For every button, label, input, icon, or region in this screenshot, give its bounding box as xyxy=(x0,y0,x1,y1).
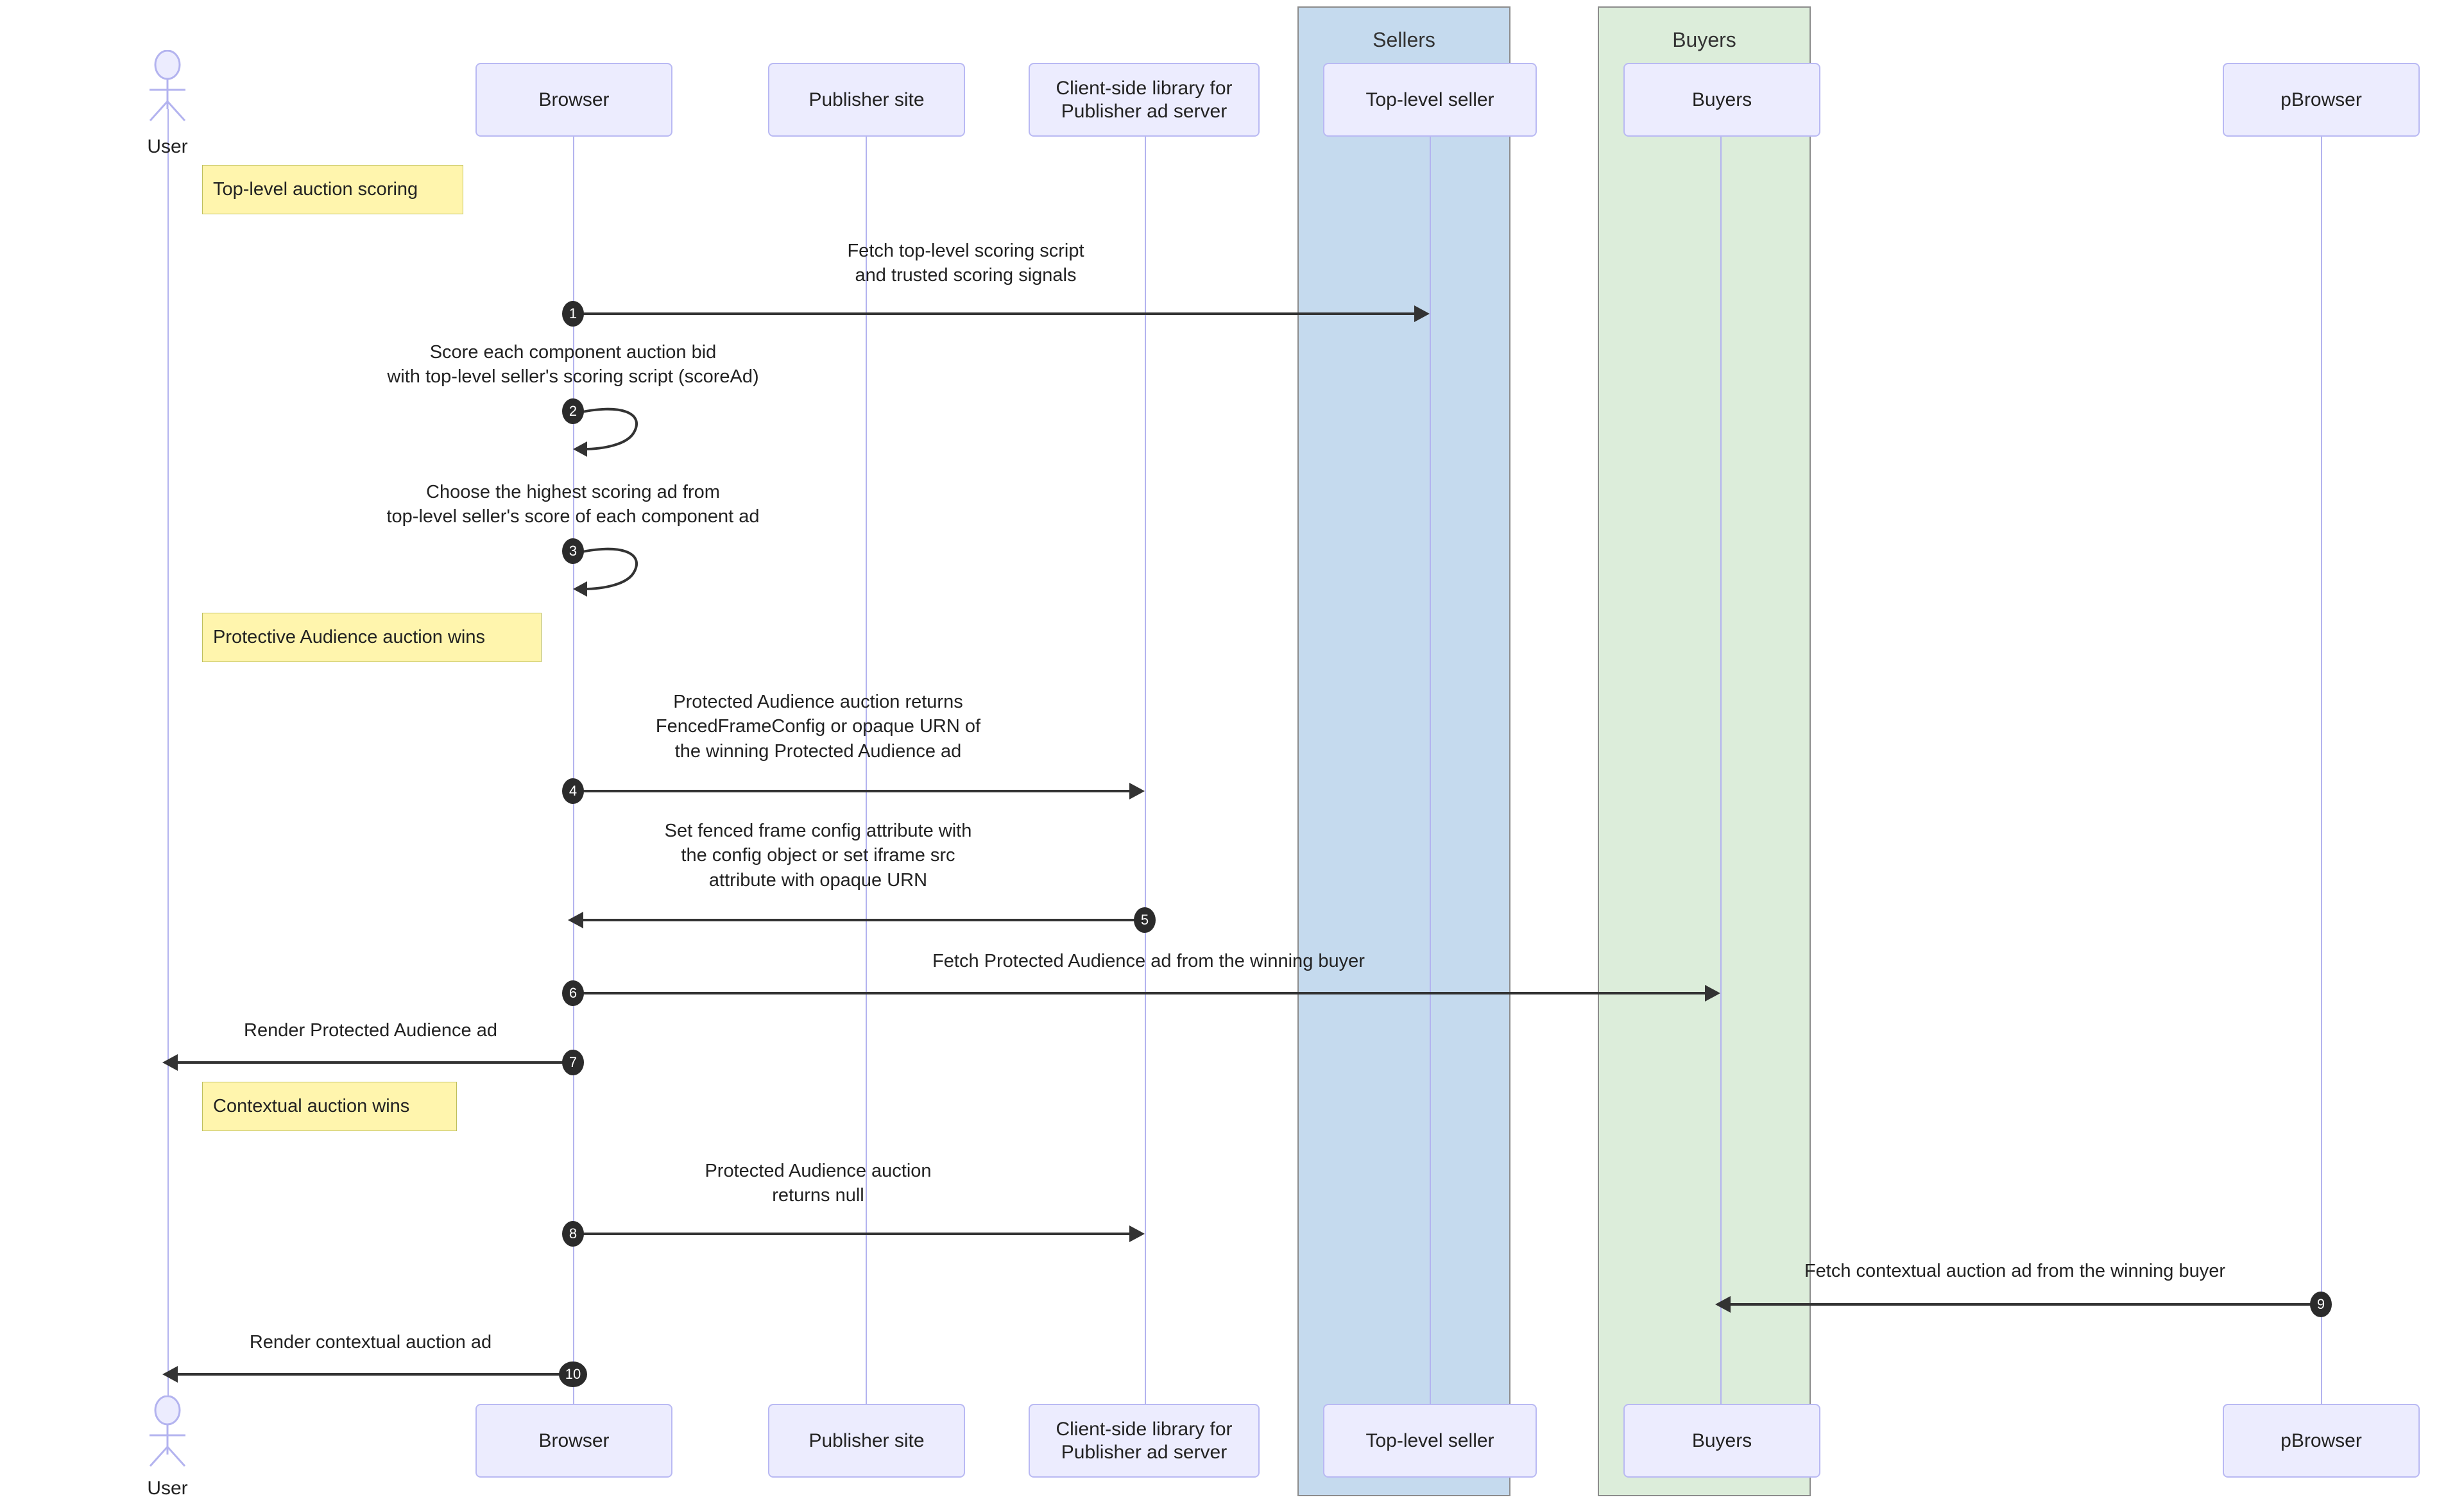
participant-buyers-bottom[interactable]: Buyers xyxy=(1623,1404,1820,1478)
participant-top-level-seller-bottom[interactable]: Top-level seller xyxy=(1323,1404,1537,1478)
message-9-label: Fetch contextual auction ad from the win… xyxy=(1804,1261,2226,1281)
message-10-line xyxy=(178,1373,573,1376)
message-2-label: Score each component auction bid with to… xyxy=(387,342,759,388)
message-8-label: Protected Audience auction returns null xyxy=(705,1161,932,1206)
lifeline-pbrowser xyxy=(2321,64,2322,1405)
group-box-sellers: Sellers xyxy=(1297,6,1510,1496)
message-4-arrowhead xyxy=(1129,783,1145,799)
message-7-line xyxy=(178,1061,573,1064)
group-label-buyers: Buyers xyxy=(1672,28,1736,51)
message-2-self-loop xyxy=(573,404,650,459)
participant-buyers-top[interactable]: Buyers xyxy=(1623,63,1820,137)
message-6-arrowhead xyxy=(1705,985,1720,1002)
message-7-sequence-badge: 7 xyxy=(562,1050,584,1075)
message-3-sequence-badge: 3 xyxy=(562,538,584,564)
message-10-label: Render contextual auction ad xyxy=(249,1332,492,1353)
participant-client-side-lib-bottom[interactable]: Client-side library for Publisher ad ser… xyxy=(1029,1404,1260,1478)
message-10-sequence-badge: 10 xyxy=(559,1361,587,1387)
message-9-sequence-badge: 9 xyxy=(2310,1292,2332,1317)
participant-client-side-lib-bottom-label: Client-side library for Publisher ad ser… xyxy=(1056,1419,1233,1463)
actor-user-top[interactable] xyxy=(135,50,200,127)
message-8-arrowhead xyxy=(1129,1225,1145,1242)
message-7-label: Render Protected Audience ad xyxy=(244,1020,497,1041)
participant-client-side-lib-top[interactable]: Client-side library for Publisher ad ser… xyxy=(1029,63,1260,137)
group-label-sellers: Sellers xyxy=(1373,28,1435,51)
message-2-sequence-badge: 2 xyxy=(562,398,584,424)
message-6-label: Fetch Protected Audience ad from the win… xyxy=(932,951,1365,971)
message-4-label: Protected Audience auction returns Fence… xyxy=(655,692,981,762)
message-5-line xyxy=(583,919,1145,921)
note-protective-audience-auction-wins: Protective Audience auction wins xyxy=(202,613,542,662)
message-1-arrowhead xyxy=(1414,305,1430,322)
actor-label-user-bottom: User xyxy=(147,1478,188,1499)
message-1-sequence-badge: 1 xyxy=(562,301,584,327)
participant-pbrowser-top[interactable]: pBrowser xyxy=(2223,63,2420,137)
lifeline-top-level-seller xyxy=(1430,64,1431,1405)
lifeline-buyers xyxy=(1720,64,1722,1405)
message-10-arrowhead xyxy=(162,1366,178,1383)
participant-publisher-site-top[interactable]: Publisher site xyxy=(768,63,965,137)
stick-figure-actor-icon xyxy=(149,50,186,122)
actor-user-bottom[interactable] xyxy=(135,1395,200,1472)
message-6-line xyxy=(573,992,1705,994)
participant-publisher-site-bottom[interactable]: Publisher site xyxy=(768,1404,965,1478)
stick-figure-actor-icon xyxy=(149,1395,186,1467)
participant-client-side-lib-top-label: Client-side library for Publisher ad ser… xyxy=(1056,78,1233,122)
message-5-label: Set fenced frame config attribute with t… xyxy=(664,821,972,891)
sequence-diagram-canvas: Sellers Buyers User Browser Publisher si… xyxy=(0,0,2464,1502)
participant-pbrowser-bottom[interactable]: pBrowser xyxy=(2223,1404,2420,1478)
note-contextual-auction-wins: Contextual auction wins xyxy=(202,1082,457,1131)
message-9-line xyxy=(1731,1303,2321,1306)
participant-browser-bottom[interactable]: Browser xyxy=(475,1404,672,1478)
message-4-sequence-badge: 4 xyxy=(562,778,584,804)
message-3-label: Choose the highest scoring ad from top-l… xyxy=(386,482,760,527)
message-7-arrowhead xyxy=(162,1054,178,1071)
message-6-sequence-badge: 6 xyxy=(562,980,584,1006)
message-8-sequence-badge: 8 xyxy=(562,1221,584,1247)
message-5-sequence-badge: 5 xyxy=(1134,907,1156,933)
message-1-line xyxy=(573,312,1414,315)
message-1-label: Fetch top-level scoring script and trust… xyxy=(847,241,1084,286)
message-4-line xyxy=(573,790,1134,792)
participant-browser-top[interactable]: Browser xyxy=(475,63,672,137)
message-5-arrowhead xyxy=(568,912,583,928)
message-9-arrowhead xyxy=(1715,1296,1731,1313)
participant-top-level-seller-top[interactable]: Top-level seller xyxy=(1323,63,1537,137)
lifeline-user xyxy=(167,109,169,1405)
message-8-line xyxy=(573,1233,1134,1235)
note-top-level-auction-scoring: Top-level auction scoring xyxy=(202,165,463,214)
message-3-self-loop xyxy=(573,544,650,599)
actor-label-user-top: User xyxy=(147,136,188,157)
